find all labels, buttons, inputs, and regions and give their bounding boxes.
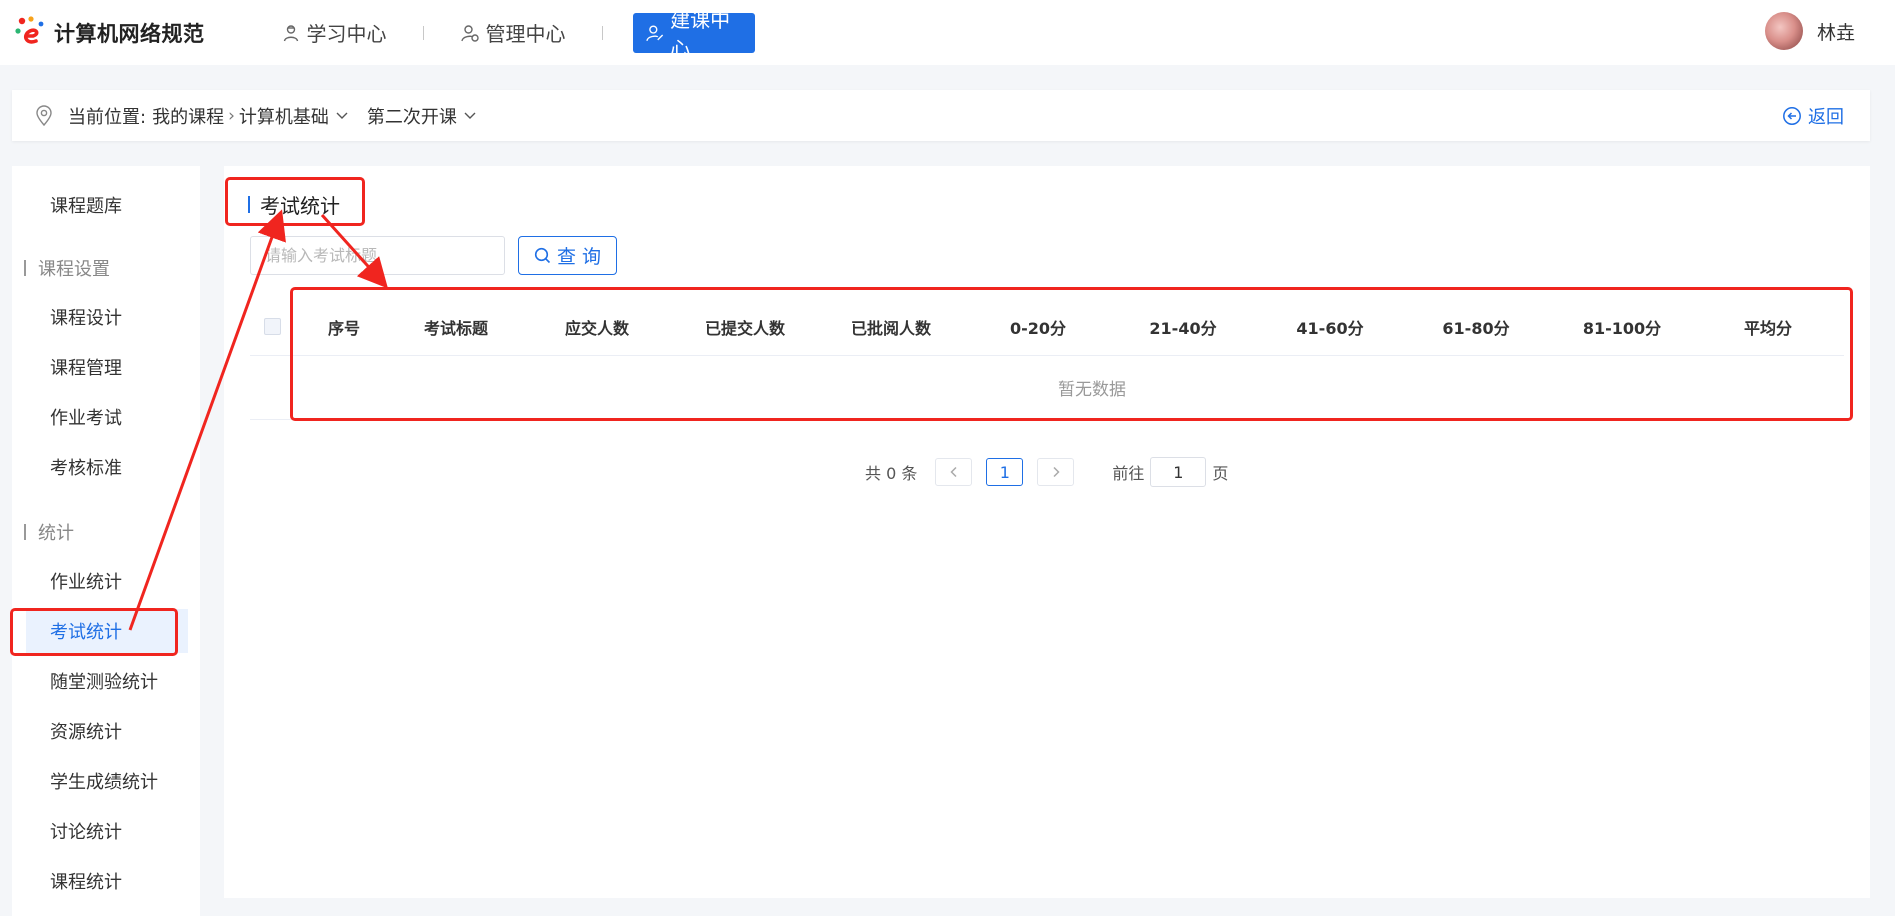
logo[interactable]: 计算机网络规范 — [14, 15, 205, 51]
nav-learning-label: 学习中心 — [306, 22, 387, 46]
table-header: 序号 考试标题 应交人数 已提交人数 已批阅人数 0-20分 21-40分 41… — [250, 298, 1844, 356]
chevron-right-icon — [1053, 466, 1060, 478]
nav-management-label: 管理中心 — [485, 22, 566, 46]
goto-page-input[interactable] — [1150, 457, 1207, 487]
sidebar-item-homework-stats[interactable]: 作业统计 — [12, 559, 188, 603]
main-nav: 学习中心 管理中心 建课中心 — [275, 0, 755, 65]
group-bar — [24, 524, 26, 540]
nav-build-center[interactable]: 建课中心 — [632, 8, 755, 61]
sidebar-group-label: 统计 — [38, 523, 74, 544]
nav-learning-center[interactable]: 学习中心 — [275, 13, 393, 53]
page-title: 考试统计 — [248, 190, 340, 219]
page-title-text: 考试统计 — [260, 194, 340, 218]
sidebar-item-question-bank[interactable]: 课程题库 — [12, 183, 188, 227]
breadcrumb-course-dropdown[interactable]: 计算机基础 — [239, 103, 367, 129]
column-header[interactable]: 21-40分 — [1108, 315, 1258, 339]
sidebar-item-label: 讨论统计 — [50, 822, 122, 843]
sidebar-item-label: 作业统计 — [50, 572, 122, 593]
sidebar-item-grade-stats[interactable]: 学生成绩统计 — [12, 759, 188, 803]
sidebar-item-label: 考核标准 — [50, 458, 122, 479]
nav-divider — [601, 25, 603, 40]
sidebar-item-assessment-standard[interactable]: 考核标准 — [12, 445, 188, 489]
avatar[interactable] — [1764, 12, 1803, 50]
top-navbar: 计算机网络规范 学习中心 管理中心 建课中心 林垚 — [0, 0, 1895, 65]
user-name: 林垚 — [1816, 21, 1855, 44]
breadcrumb-label: 当前位置: — [68, 106, 147, 128]
column-header[interactable]: 序号 — [294, 315, 394, 339]
page-suffix: 页 — [1212, 464, 1229, 483]
column-header[interactable]: 已提交人数 — [676, 315, 814, 339]
breadcrumb-session: 第二次开课 — [366, 106, 457, 128]
next-page-button[interactable] — [1037, 458, 1075, 486]
build-person-icon — [645, 24, 663, 41]
group-bar — [24, 260, 26, 276]
sidebar-item-label: 课程设计 — [50, 308, 122, 329]
breadcrumb-separator-icon: › — [228, 105, 235, 126]
column-header[interactable]: 41-60分 — [1258, 315, 1402, 339]
table-empty-row: 暂无数据 — [250, 356, 1844, 420]
sidebar-item-exam-stats[interactable]: 考试统计 — [26, 609, 188, 653]
select-all-checkbox[interactable] — [263, 318, 281, 335]
user-menu[interactable]: 林垚 — [1764, 12, 1855, 50]
sidebar-item-label: 作业考试 — [50, 408, 122, 429]
nav-divider — [422, 25, 424, 40]
location-pin-icon — [36, 104, 52, 126]
sidebar-item-homework-exam[interactable]: 作业考试 — [12, 395, 188, 439]
nav-management-center[interactable]: 管理中心 — [454, 13, 572, 53]
breadcrumb-bar: 当前位置: 我的课程 › 计算机基础 第二次开课 返回 — [12, 90, 1870, 141]
select-all-cell — [250, 318, 294, 335]
column-header[interactable]: 0-20分 — [968, 315, 1108, 339]
column-header[interactable]: 81-100分 — [1550, 315, 1694, 339]
exam-stats-table: 序号 考试标题 应交人数 已提交人数 已批阅人数 0-20分 21-40分 41… — [250, 298, 1844, 420]
title-bar — [248, 196, 250, 213]
column-header[interactable]: 考试标题 — [394, 315, 518, 339]
main-panel: 考试统计 查 询 序号 考试标题 应交人数 已提交人数 已批阅人数 0-20分 … — [224, 166, 1870, 898]
column-header[interactable]: 平均分 — [1694, 315, 1842, 339]
breadcrumb-course: 计算机基础 — [238, 106, 329, 128]
sidebar-item-resource-stats[interactable]: 资源统计 — [12, 709, 188, 753]
back-button[interactable]: 返回 — [1782, 103, 1844, 129]
empty-text: 暂无数据 — [1058, 380, 1126, 400]
pagination-total: 共 0 条 — [865, 464, 918, 483]
goto-label: 前往 — [1112, 464, 1145, 483]
learning-person-icon — [283, 24, 298, 41]
page-number-button[interactable]: 1 — [986, 458, 1024, 486]
sidebar-item-course-management[interactable]: 课程管理 — [12, 345, 188, 389]
sidebar: 课程题库 课程设置 课程设计 课程管理 作业考试 考核标准 统计 作业统计 考试… — [12, 166, 200, 916]
breadcrumb-my-courses[interactable]: 我的课程 — [152, 103, 224, 129]
sidebar-group-statistics: 统计 — [24, 519, 74, 545]
sidebar-item-course-stats[interactable]: 课程统计 — [12, 859, 188, 903]
sidebar-item-label: 资源统计 — [50, 722, 122, 743]
logo-mark-icon — [14, 15, 50, 51]
column-header[interactable]: 应交人数 — [518, 315, 676, 339]
chevron-down-icon — [464, 112, 476, 119]
search-input[interactable] — [250, 236, 505, 275]
column-header[interactable]: 已批阅人数 — [814, 315, 968, 339]
sidebar-item-label: 随堂测验统计 — [50, 672, 158, 693]
search-button[interactable]: 查 询 — [518, 236, 617, 275]
breadcrumb-session-dropdown[interactable]: 第二次开课 — [367, 103, 495, 129]
prev-page-button[interactable] — [935, 458, 973, 486]
sidebar-item-label: 课程题库 — [50, 196, 122, 217]
pagination: 共 0 条 1 前往 页 — [865, 457, 1228, 487]
sidebar-item-label: 课程统计 — [50, 872, 122, 893]
column-header[interactable]: 61-80分 — [1402, 315, 1550, 339]
chevron-left-icon — [950, 466, 957, 478]
chevron-down-icon — [336, 112, 348, 119]
search-button-label: 查 询 — [556, 246, 602, 268]
nav-build-label: 建课中心 — [670, 7, 731, 61]
sidebar-item-label: 学生成绩统计 — [50, 772, 158, 793]
search-icon — [534, 247, 551, 264]
manage-person-icon — [460, 24, 479, 42]
sidebar-item-quiz-stats[interactable]: 随堂测验统计 — [12, 659, 188, 703]
back-label: 返回 — [1808, 107, 1844, 128]
logo-text: 计算机网络规范 — [54, 21, 205, 46]
sidebar-item-label: 考试统计 — [50, 622, 122, 643]
sidebar-item-discussion-stats[interactable]: 讨论统计 — [12, 809, 188, 853]
sidebar-group-course-settings: 课程设置 — [24, 255, 110, 281]
sidebar-item-course-design[interactable]: 课程设计 — [12, 295, 188, 339]
sidebar-group-label: 课程设置 — [38, 259, 110, 280]
back-arrow-icon — [1783, 107, 1801, 125]
sidebar-item-label: 课程管理 — [50, 358, 122, 379]
